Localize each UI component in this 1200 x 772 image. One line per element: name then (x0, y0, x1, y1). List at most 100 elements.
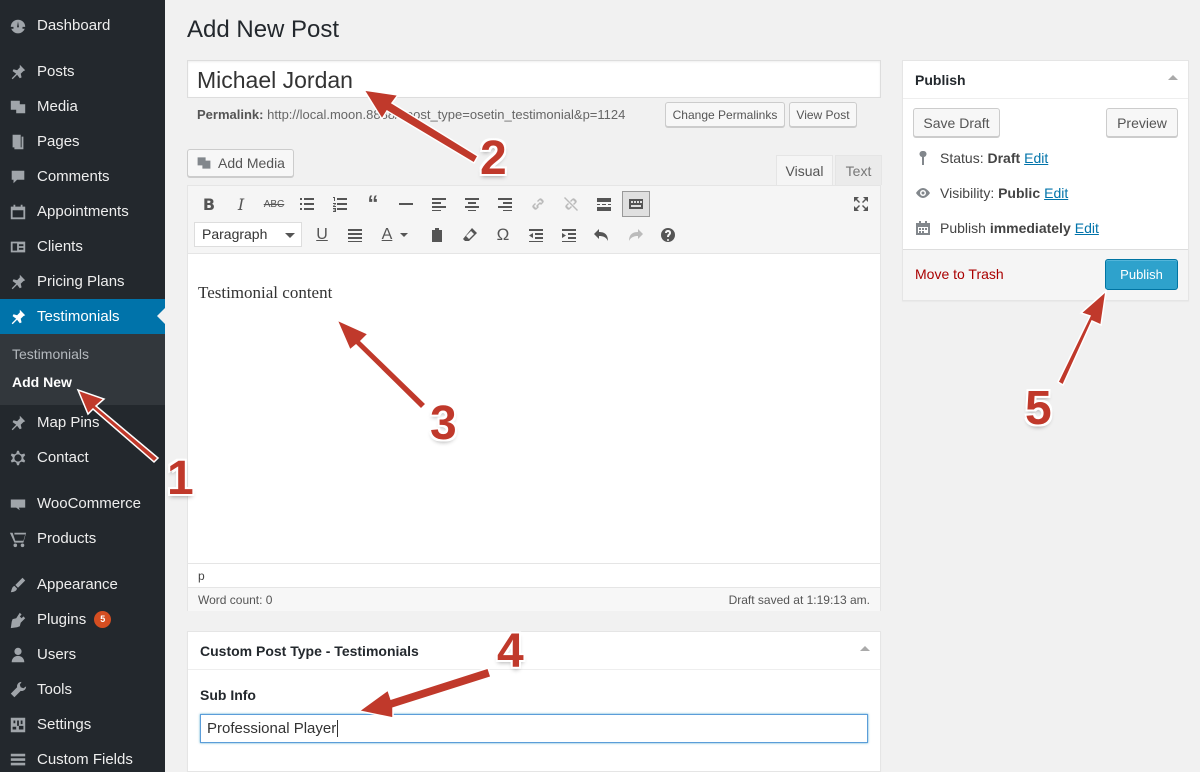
view-post-button[interactable]: View Post (789, 102, 857, 127)
underline-icon[interactable]: U (309, 222, 335, 248)
menu-appearance[interactable]: Appearance (0, 567, 165, 602)
menu-custom-fields[interactable]: Custom Fields (0, 742, 165, 772)
comments-icon (8, 167, 28, 187)
submenu-all-testimonials[interactable]: Testimonials (12, 346, 89, 362)
id-card-icon (8, 237, 28, 257)
help-icon[interactable] (655, 222, 681, 248)
menu-label: Media (37, 98, 78, 115)
menu-dashboard[interactable]: Dashboard (0, 8, 165, 43)
menu-plugins[interactable]: Plugins 5 (0, 602, 165, 637)
save-draft-button[interactable]: Save Draft (913, 108, 1000, 137)
menu-label: Plugins (37, 611, 87, 628)
eye-icon (916, 188, 930, 198)
fullscreen-icon[interactable] (848, 191, 874, 217)
bold-icon[interactable]: B (196, 191, 222, 217)
menu-woocommerce[interactable]: WooCommerce (0, 486, 165, 521)
brush-icon (8, 575, 28, 595)
menu-contact[interactable]: Contact (0, 440, 165, 475)
horizontal-line-icon[interactable] (393, 191, 419, 217)
edit-schedule-link[interactable]: Edit (1075, 220, 1099, 236)
format-select[interactable]: Paragraph (194, 222, 302, 247)
strikethrough-icon[interactable]: ABC (261, 191, 287, 217)
add-media-button[interactable]: Add Media (187, 149, 294, 177)
plugin-icon (8, 610, 28, 630)
menu-map-pins[interactable]: Map Pins (0, 405, 165, 440)
preview-button[interactable]: Preview (1106, 108, 1178, 137)
undo-icon[interactable] (589, 222, 615, 248)
bullet-list-icon[interactable] (294, 191, 320, 217)
outdent-icon[interactable] (523, 222, 549, 248)
menu-label: WooCommerce (37, 495, 141, 512)
metabox-header[interactable]: Custom Post Type - Testimonials (188, 632, 880, 670)
pin-status-icon (919, 150, 927, 165)
blockquote-icon[interactable]: “ (360, 191, 386, 217)
collapse-toggle-icon[interactable] (860, 646, 870, 651)
sub-info-input[interactable]: Professional Player (200, 714, 868, 743)
clear-formatting-icon[interactable] (457, 222, 483, 248)
tab-visual[interactable]: Visual (776, 155, 833, 186)
woo-icon (8, 494, 28, 514)
testimonials-submenu: Testimonials Add New (0, 334, 165, 405)
paste-text-icon[interactable] (424, 222, 450, 248)
post-title-input[interactable]: Michael Jordan (187, 60, 881, 98)
publish-box-header[interactable]: Publish (903, 61, 1188, 99)
menu-pages[interactable]: Pages (0, 124, 165, 159)
annotation-number-3: 3 (430, 397, 457, 450)
indent-icon[interactable] (556, 222, 582, 248)
word-count: Word count: 0 (198, 593, 273, 607)
publish-button[interactable]: Publish (1105, 259, 1178, 290)
menu-testimonials[interactable]: Testimonials (0, 299, 165, 334)
sub-info-label: Sub Info (200, 687, 256, 703)
toolbar-toggle-icon[interactable] (622, 191, 650, 217)
tab-text[interactable]: Text (835, 155, 882, 185)
text-color-icon[interactable]: A (375, 222, 415, 248)
menu-clients[interactable]: Clients (0, 229, 165, 264)
menu-label: Comments (37, 168, 110, 185)
pin-icon (8, 413, 28, 433)
link-icon[interactable] (525, 191, 551, 217)
cart-icon (8, 529, 28, 549)
numbered-list-icon[interactable] (327, 191, 353, 217)
publish-box-title: Publish (915, 72, 966, 88)
menu-settings[interactable]: Settings (0, 707, 165, 742)
text-cursor (337, 720, 339, 737)
redo-icon[interactable] (622, 222, 648, 248)
status-value: Draft (987, 150, 1021, 166)
menu-appointments[interactable]: Appointments (0, 194, 165, 229)
add-media-label: Add Media (218, 155, 285, 171)
unlink-icon[interactable] (558, 191, 584, 217)
special-character-icon[interactable]: Ω (490, 222, 516, 248)
editor-content[interactable]: Testimonial content (198, 283, 332, 303)
settings-icon (8, 715, 28, 735)
edit-visibility-link[interactable]: Edit (1044, 185, 1068, 201)
read-more-icon[interactable] (591, 191, 617, 217)
dashboard-icon (8, 16, 28, 36)
align-left-icon[interactable] (426, 191, 452, 217)
align-right-icon[interactable] (492, 191, 518, 217)
move-to-trash-link[interactable]: Move to Trash (915, 266, 1004, 282)
menu-products[interactable]: Products (0, 521, 165, 556)
visibility-label: Visibility: (940, 185, 995, 201)
submenu-add-new[interactable]: Add New (12, 374, 72, 390)
wrench-icon (8, 680, 28, 700)
menu-posts[interactable]: Posts (0, 54, 165, 89)
menu-label: Appearance (37, 576, 118, 593)
calendar-icon (916, 221, 930, 235)
justify-icon[interactable] (342, 222, 368, 248)
schedule-label: Publish (940, 220, 986, 236)
change-permalinks-button[interactable]: Change Permalinks (665, 102, 785, 127)
menu-pricing-plans[interactable]: Pricing Plans (0, 264, 165, 299)
edit-status-link[interactable]: Edit (1024, 150, 1048, 166)
menu-tools[interactable]: Tools (0, 672, 165, 707)
align-center-icon[interactable] (459, 191, 485, 217)
italic-icon[interactable]: I (228, 191, 254, 217)
menu-users[interactable]: Users (0, 637, 165, 672)
menu-label: Pricing Plans (37, 273, 125, 290)
menu-comments[interactable]: Comments (0, 159, 165, 194)
collapse-toggle-icon[interactable] (1168, 75, 1178, 80)
menu-media[interactable]: Media (0, 89, 165, 124)
permalink-label: Permalink: (197, 107, 264, 122)
permalink-url[interactable]: http://local.moon.8888/?post_type=osetin… (267, 107, 625, 122)
annotation-number-4: 4 (497, 625, 524, 678)
content-editor: B I ABC “ Paragraph U A Ω Testimonial co… (187, 185, 881, 611)
